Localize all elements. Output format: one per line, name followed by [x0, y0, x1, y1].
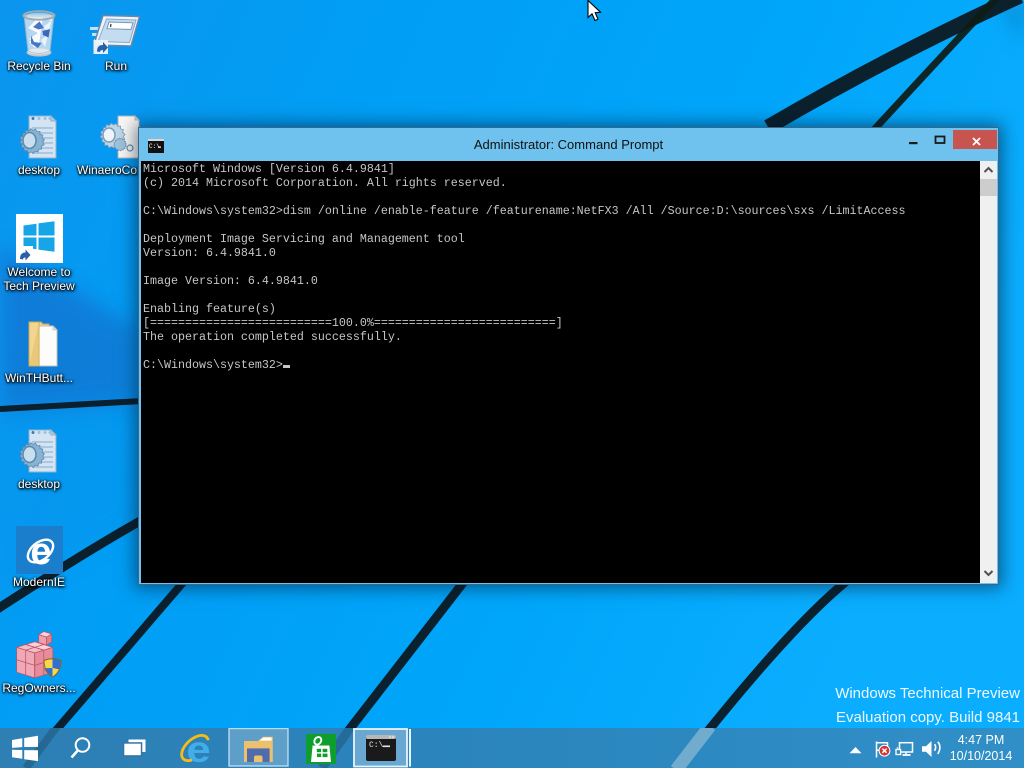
svg-text:e: e: [186, 728, 210, 768]
svg-text:C:\: C:\: [369, 741, 384, 750]
svg-text:e: e: [30, 531, 51, 573]
